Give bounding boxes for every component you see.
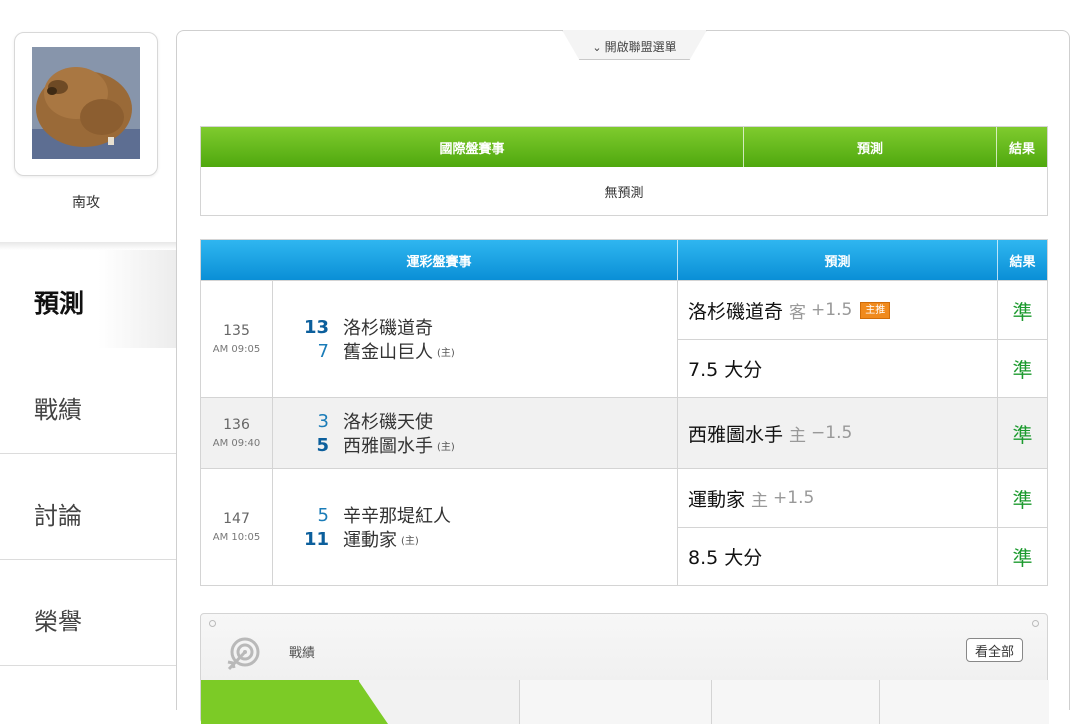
side-nav: 預測 戰績 討論 榮譽 xyxy=(0,242,178,666)
team-score: 13 xyxy=(303,316,329,338)
nav-item-honors[interactable]: 榮譽 xyxy=(0,560,178,666)
result-cell: 準 準 xyxy=(998,281,1047,397)
view-all-button[interactable]: 看全部 xyxy=(965,638,1023,662)
stat-cell xyxy=(711,680,879,724)
team-score: 5 xyxy=(317,504,329,526)
intl-col-pred: 預測 xyxy=(744,127,997,167)
main-panel: ⌄ 開啟聯盟選單 國際盤賽事 預測 結果 無預測 運彩盤賽事 預測 結果 135 … xyxy=(176,30,1070,724)
team-name[interactable]: 辛辛那堤紅人 xyxy=(343,502,451,528)
game-number-cell: 147 AM 10:05 xyxy=(201,469,273,585)
sidebar: 南攻 預測 戰績 討論 榮譽 xyxy=(0,0,180,698)
intl-col-result: 結果 xyxy=(1008,141,1035,157)
league-menu-toggle[interactable]: ⌄ 開啟聯盟選單 xyxy=(562,38,707,55)
main-pick-badge: 主推 xyxy=(860,301,891,319)
chevron-down-icon: ⌄ xyxy=(592,41,602,54)
team-score: 3 xyxy=(317,410,329,432)
intl-col-event: 國際盤賽事 xyxy=(201,127,744,167)
prediction-pick: 運動家 主 +1.5 xyxy=(688,488,815,511)
lottery-table-header: 運彩盤賽事 預測 結果 xyxy=(201,240,1047,280)
team-name[interactable]: 洛杉磯天使 xyxy=(343,408,433,434)
table-row: 136 AM 09:40 3 洛杉磯天使 5 西雅圖水手 (主) 西雅圖水手 主 xyxy=(201,397,1047,468)
prediction-pick: 洛杉磯道奇 客 +1.5 主推 xyxy=(678,281,997,339)
teams-cell: 5 辛辛那堤紅人 11 運動家 (主) xyxy=(273,469,678,585)
team-name[interactable]: 洛杉磯道奇 xyxy=(343,314,433,340)
team-row: 11 運動家 (主) xyxy=(283,526,677,552)
game-number-cell: 136 AM 09:40 xyxy=(201,398,273,468)
lottery-col-result: 結果 xyxy=(1009,254,1036,270)
nav-item-predict[interactable]: 預測 xyxy=(0,242,178,348)
home-marker: (主) xyxy=(437,347,455,359)
team-score: 7 xyxy=(317,340,329,362)
team-name[interactable]: 西雅圖水手 xyxy=(343,432,433,458)
avatar[interactable] xyxy=(32,47,140,159)
user-name: 南攻 xyxy=(72,195,100,211)
home-marker: (主) xyxy=(401,535,419,547)
team-row: 13 洛杉磯道奇 xyxy=(283,314,677,340)
teams-cell: 13 洛杉磯道奇 7 舊金山巨人 (主) xyxy=(273,281,678,397)
result-mark: 準 xyxy=(998,527,1047,585)
stat-cell xyxy=(519,680,711,724)
result-mark: 準 xyxy=(998,339,1047,397)
target-icon xyxy=(227,637,260,671)
teams-cell: 3 洛杉磯天使 5 西雅圖水手 (主) xyxy=(273,398,678,468)
prediction-cell: 運動家 主 +1.5 8.5 大分 xyxy=(678,469,998,585)
team-score: 11 xyxy=(303,528,329,550)
intl-table-header: 國際盤賽事 預測 結果 xyxy=(201,127,1047,167)
team-name[interactable]: 舊金山巨人 xyxy=(343,338,433,364)
avatar-card[interactable] xyxy=(14,32,158,176)
result-mark: 準 xyxy=(1012,422,1033,447)
stat-cell xyxy=(879,680,1049,724)
stat-cell xyxy=(359,680,519,724)
team-row: 5 西雅圖水手 (主) xyxy=(283,432,677,458)
prediction-pick: 7.5 大分 xyxy=(678,339,997,397)
result-cell: 準 準 xyxy=(998,469,1047,585)
prediction-pick: 西雅圖水手 主 −1.5 xyxy=(688,423,853,446)
team-row: 7 舊金山巨人 (主) xyxy=(283,338,677,364)
result-mark: 準 xyxy=(1012,299,1033,324)
lottery-col-pred: 預測 xyxy=(678,240,998,280)
record-panel: 戰績 看全部 xyxy=(200,613,1049,724)
nav-item-discussion[interactable]: 討論 xyxy=(0,454,178,560)
team-name[interactable]: 運動家 xyxy=(343,526,397,552)
decor-dot xyxy=(209,620,216,627)
record-stat-strip xyxy=(201,680,1049,724)
prediction-cell: 洛杉磯道奇 客 +1.5 主推 7.5 大分 xyxy=(678,281,998,397)
lottery-col-event: 運彩盤賽事 xyxy=(201,240,678,280)
stat-highlight xyxy=(201,680,359,724)
table-row: 147 AM 10:05 5 辛辛那堤紅人 11 運動家 (主) 運動家 主 +… xyxy=(201,468,1047,585)
home-marker: (主) xyxy=(437,441,455,453)
team-row: 5 辛辛那堤紅人 xyxy=(283,502,677,528)
prediction-cell: 西雅圖水手 主 −1.5 xyxy=(678,398,998,468)
team-score: 5 xyxy=(316,434,329,456)
game-number-cell: 135 AM 09:05 xyxy=(201,281,273,397)
team-row: 3 洛杉磯天使 xyxy=(283,408,677,434)
decor-dot xyxy=(1032,620,1039,627)
intl-table: 國際盤賽事 預測 結果 無預測 xyxy=(200,126,1048,216)
nav-item-record[interactable]: 戰績 xyxy=(0,348,178,454)
intl-empty-message: 無預測 xyxy=(604,185,644,201)
result-mark: 準 xyxy=(1012,487,1033,512)
result-cell: 準 xyxy=(998,398,1047,468)
lottery-table: 運彩盤賽事 預測 結果 135 AM 09:05 13 洛杉磯道奇 7 舊金山巨… xyxy=(200,239,1048,586)
record-title: 戰績 xyxy=(289,646,316,661)
prediction-pick: 8.5 大分 xyxy=(678,527,997,585)
table-row: 135 AM 09:05 13 洛杉磯道奇 7 舊金山巨人 (主) 洛杉磯道奇 … xyxy=(201,280,1047,397)
